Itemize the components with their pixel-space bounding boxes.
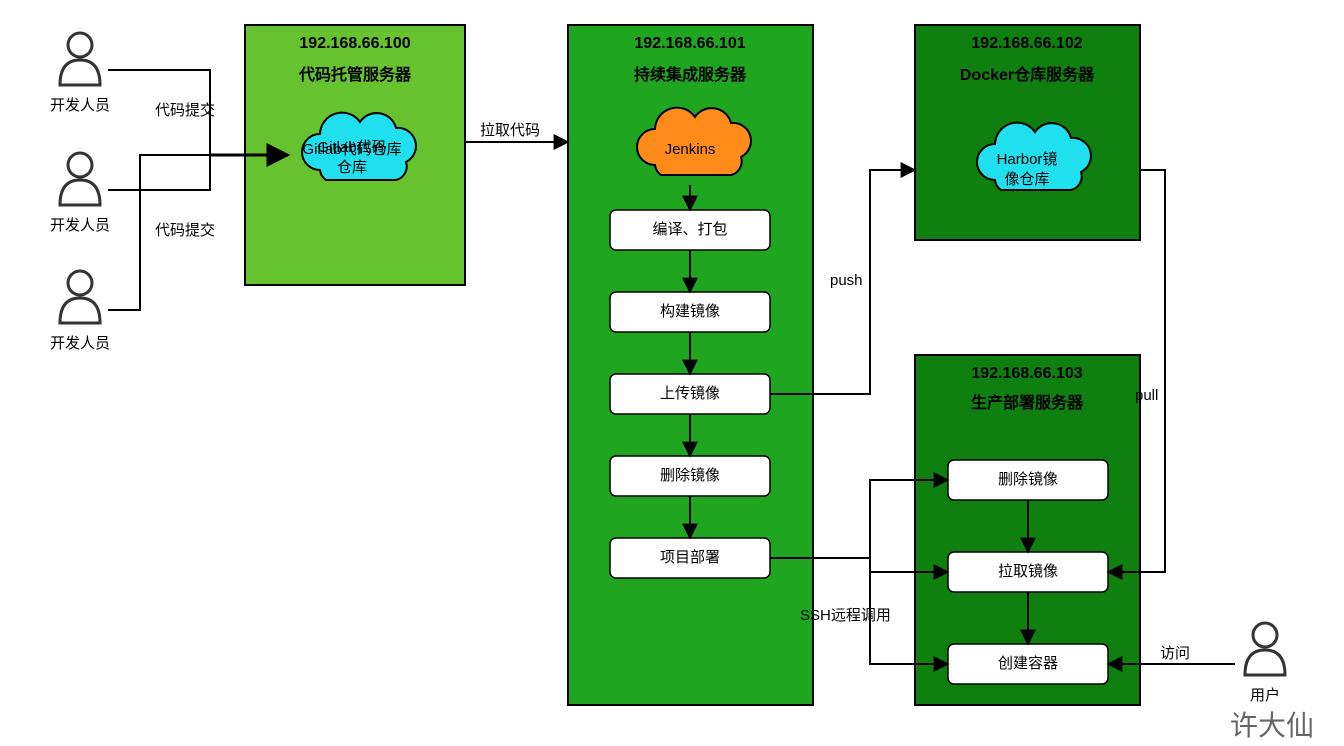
svg-text:SSH远程调用: SSH远程调用 [800, 607, 891, 624]
svg-text:编译、打包: 编译、打包 [652, 221, 727, 238]
svg-text:仓库: 仓库 [337, 159, 367, 176]
svg-text:开发人员: 开发人员 [50, 97, 110, 114]
svg-text:代码提交: 代码提交 [155, 221, 215, 239]
server-reg-title: Docker仓库服务器 [960, 65, 1095, 84]
server-prod-title: 生产部署服务器 [971, 393, 1084, 412]
svg-text:拉取代码: 拉取代码 [480, 122, 540, 139]
svg-text:删除镜像: 删除镜像 [660, 466, 720, 484]
server-registry: 192.168.66.102 Docker仓库服务器 Harbor镜 像仓库 [915, 25, 1140, 240]
server-ci-ip: 192.168.66.101 [634, 35, 745, 52]
svg-text:创建容器: 创建容器 [998, 655, 1058, 672]
svg-text:像仓库: 像仓库 [1004, 171, 1049, 188]
svg-text:Gitlab代码: Gitlab代码 [317, 139, 386, 156]
svg-text:上传镜像: 上传镜像 [660, 384, 720, 402]
svg-text:构建镜像: 构建镜像 [660, 302, 720, 320]
user-label: 用户 [1250, 687, 1280, 704]
svg-text:拉取镜像: 拉取镜像 [998, 562, 1058, 580]
user-icon [1245, 623, 1285, 675]
svg-text:push: push [830, 272, 863, 289]
jenkins-label: Jenkins [665, 141, 716, 158]
server-prod-ip: 192.168.66.103 [971, 365, 1082, 382]
svg-text:pull: pull [1135, 387, 1158, 404]
developers: 开发人员 开发人员 开发人员 [50, 33, 110, 352]
svg-text:删除镜像: 删除镜像 [998, 470, 1058, 488]
edge-pull-code: 拉取代码 [465, 122, 568, 142]
server-code-ip: 192.168.66.100 [299, 35, 410, 52]
svg-text:Harbor镜: Harbor镜 [997, 150, 1058, 168]
server-ci: 192.168.66.101 持续集成服务器 Jenkins 编译、打包 构建镜… [568, 25, 813, 705]
dev-icon [60, 33, 100, 85]
server-ci-title: 持续集成服务器 [634, 65, 747, 84]
svg-text:项目部署: 项目部署 [660, 549, 720, 566]
server-prod: 192.168.66.103 生产部署服务器 删除镜像 拉取镜像 创建容器 [915, 355, 1140, 705]
svg-text:代码提交: 代码提交 [155, 101, 215, 119]
watermark: 许大仙 [1230, 710, 1314, 741]
dev-icon [60, 271, 100, 323]
svg-text:开发人员: 开发人员 [50, 335, 110, 352]
svg-text:开发人员: 开发人员 [50, 217, 110, 234]
server-code-title: 代码托管服务器 [298, 65, 412, 84]
server-reg-ip: 192.168.66.102 [971, 35, 1082, 52]
svg-text:访问: 访问 [1160, 645, 1190, 662]
dev-icon [60, 153, 100, 205]
